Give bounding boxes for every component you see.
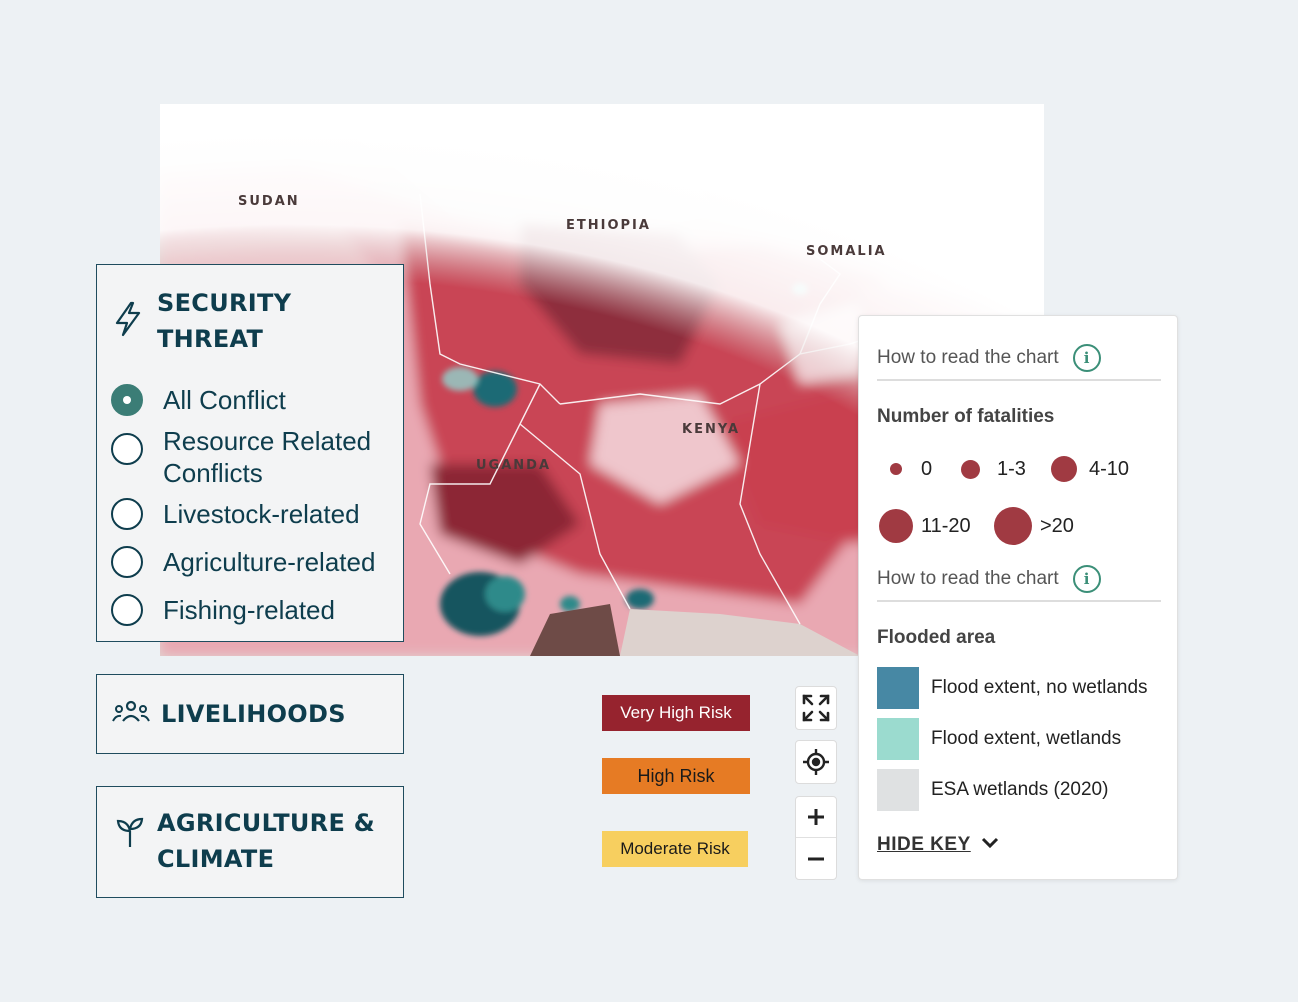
flood-label: Flood extent, wetlands bbox=[931, 728, 1122, 749]
radio-all-conflict[interactable]: All Conflict bbox=[111, 384, 286, 416]
label-uganda: UGANDA bbox=[476, 458, 552, 473]
flood-swatch-wetlands bbox=[877, 718, 919, 760]
locate-icon bbox=[801, 747, 831, 777]
livelihoods-panel[interactable]: LIVELIHOODS bbox=[96, 674, 404, 754]
flood-swatch-no-wetlands bbox=[877, 667, 919, 709]
fatalities-label: 1-3 bbox=[997, 458, 1026, 480]
fatalities-bubble-4-10 bbox=[1051, 456, 1077, 482]
radio-button[interactable] bbox=[111, 433, 143, 465]
divider bbox=[877, 600, 1161, 602]
risk-badge-high: High Risk bbox=[602, 758, 750, 794]
fatalities-label: 0 bbox=[921, 458, 933, 480]
radio-button[interactable] bbox=[111, 498, 143, 530]
fatalities-label: 4-10 bbox=[1089, 458, 1130, 480]
divider bbox=[877, 379, 1161, 381]
label-sudan: SUDAN bbox=[238, 194, 300, 209]
risk-badge-moderate: Moderate Risk bbox=[602, 831, 748, 867]
info-icon[interactable]: i bbox=[1072, 565, 1101, 593]
radio-agriculture-related[interactable]: Agriculture-related bbox=[111, 546, 375, 578]
info-icon[interactable]: i bbox=[1072, 344, 1101, 372]
security-threat-panel: SECURITY THREAT All Conflict Resource Re… bbox=[96, 264, 404, 642]
fatalities-bubble-11-20 bbox=[879, 509, 913, 543]
radio-fishing-related[interactable]: Fishing-related bbox=[111, 594, 335, 626]
radio-label: Fishing-related bbox=[163, 595, 335, 625]
radio-button[interactable] bbox=[111, 594, 143, 626]
flooded-area-title: Flooded area bbox=[877, 627, 996, 648]
locate-button[interactable] bbox=[795, 740, 837, 784]
zoom-out-button[interactable] bbox=[796, 838, 836, 879]
fatalities-bubble-over-20 bbox=[994, 507, 1032, 545]
zoom-in-icon bbox=[806, 807, 826, 827]
fatalities-label: 11-20 bbox=[921, 515, 971, 537]
security-threat-title: SECURITY THREAT bbox=[157, 289, 292, 353]
how-to-read-text: How to read the chart bbox=[877, 568, 1059, 589]
hide-key-button[interactable]: HIDE KEY bbox=[877, 834, 999, 856]
flood-label: Flood extent, no wetlands bbox=[931, 677, 1148, 698]
zoom-control bbox=[795, 796, 837, 880]
label-ethiopia: ETHIOPIA bbox=[566, 218, 651, 233]
flood-label: ESA wetlands (2020) bbox=[931, 779, 1109, 800]
agriculture-climate-title: AGRICULTURE & CLIMATE bbox=[157, 809, 376, 873]
fatalities-bubble-1-3 bbox=[961, 460, 980, 479]
agriculture-climate-panel[interactable]: AGRICULTURE & CLIMATE bbox=[96, 786, 404, 898]
livelihoods-title: LIVELIHOODS bbox=[161, 700, 346, 728]
how-to-read-flood: How to read the chart i bbox=[877, 565, 1101, 593]
radio-resource-related[interactable]: Resource Related Conflicts bbox=[111, 425, 393, 489]
zoom-in-button[interactable] bbox=[796, 797, 836, 839]
flood-swatch-esa-wetlands bbox=[877, 769, 919, 811]
security-threat-header[interactable]: SECURITY THREAT bbox=[111, 285, 357, 357]
risk-badge-very-high: Very High Risk bbox=[602, 695, 750, 731]
sprout-icon bbox=[115, 815, 145, 854]
how-to-read-fatalities: How to read the chart i bbox=[877, 344, 1101, 372]
fullscreen-button[interactable] bbox=[795, 686, 837, 730]
hide-key-label: HIDE KEY bbox=[877, 834, 971, 855]
radio-label: Resource Related Conflicts bbox=[163, 426, 372, 488]
label-somalia: SOMALIA bbox=[806, 244, 887, 259]
radio-button-checked[interactable] bbox=[111, 384, 143, 416]
chevron-down-icon bbox=[981, 836, 999, 854]
fatalities-label: >20 bbox=[1040, 515, 1074, 537]
radio-livestock-related[interactable]: Livestock-related bbox=[111, 498, 360, 530]
fatalities-bubble-0 bbox=[890, 463, 902, 475]
label-kenya: KENYA bbox=[682, 422, 741, 437]
zoom-out-icon bbox=[806, 849, 826, 869]
how-to-read-text: How to read the chart bbox=[877, 347, 1059, 368]
fullscreen-icon bbox=[801, 693, 831, 723]
fatalities-title: Number of fatalities bbox=[877, 406, 1055, 427]
lightning-icon bbox=[111, 299, 145, 344]
radio-label: All Conflict bbox=[163, 385, 286, 415]
radio-label: Agriculture-related bbox=[163, 547, 376, 577]
people-icon bbox=[111, 697, 151, 732]
radio-label: Livestock-related bbox=[163, 499, 360, 529]
map-legend: How to read the chart i Number of fatali… bbox=[858, 315, 1178, 880]
radio-button[interactable] bbox=[111, 546, 143, 578]
